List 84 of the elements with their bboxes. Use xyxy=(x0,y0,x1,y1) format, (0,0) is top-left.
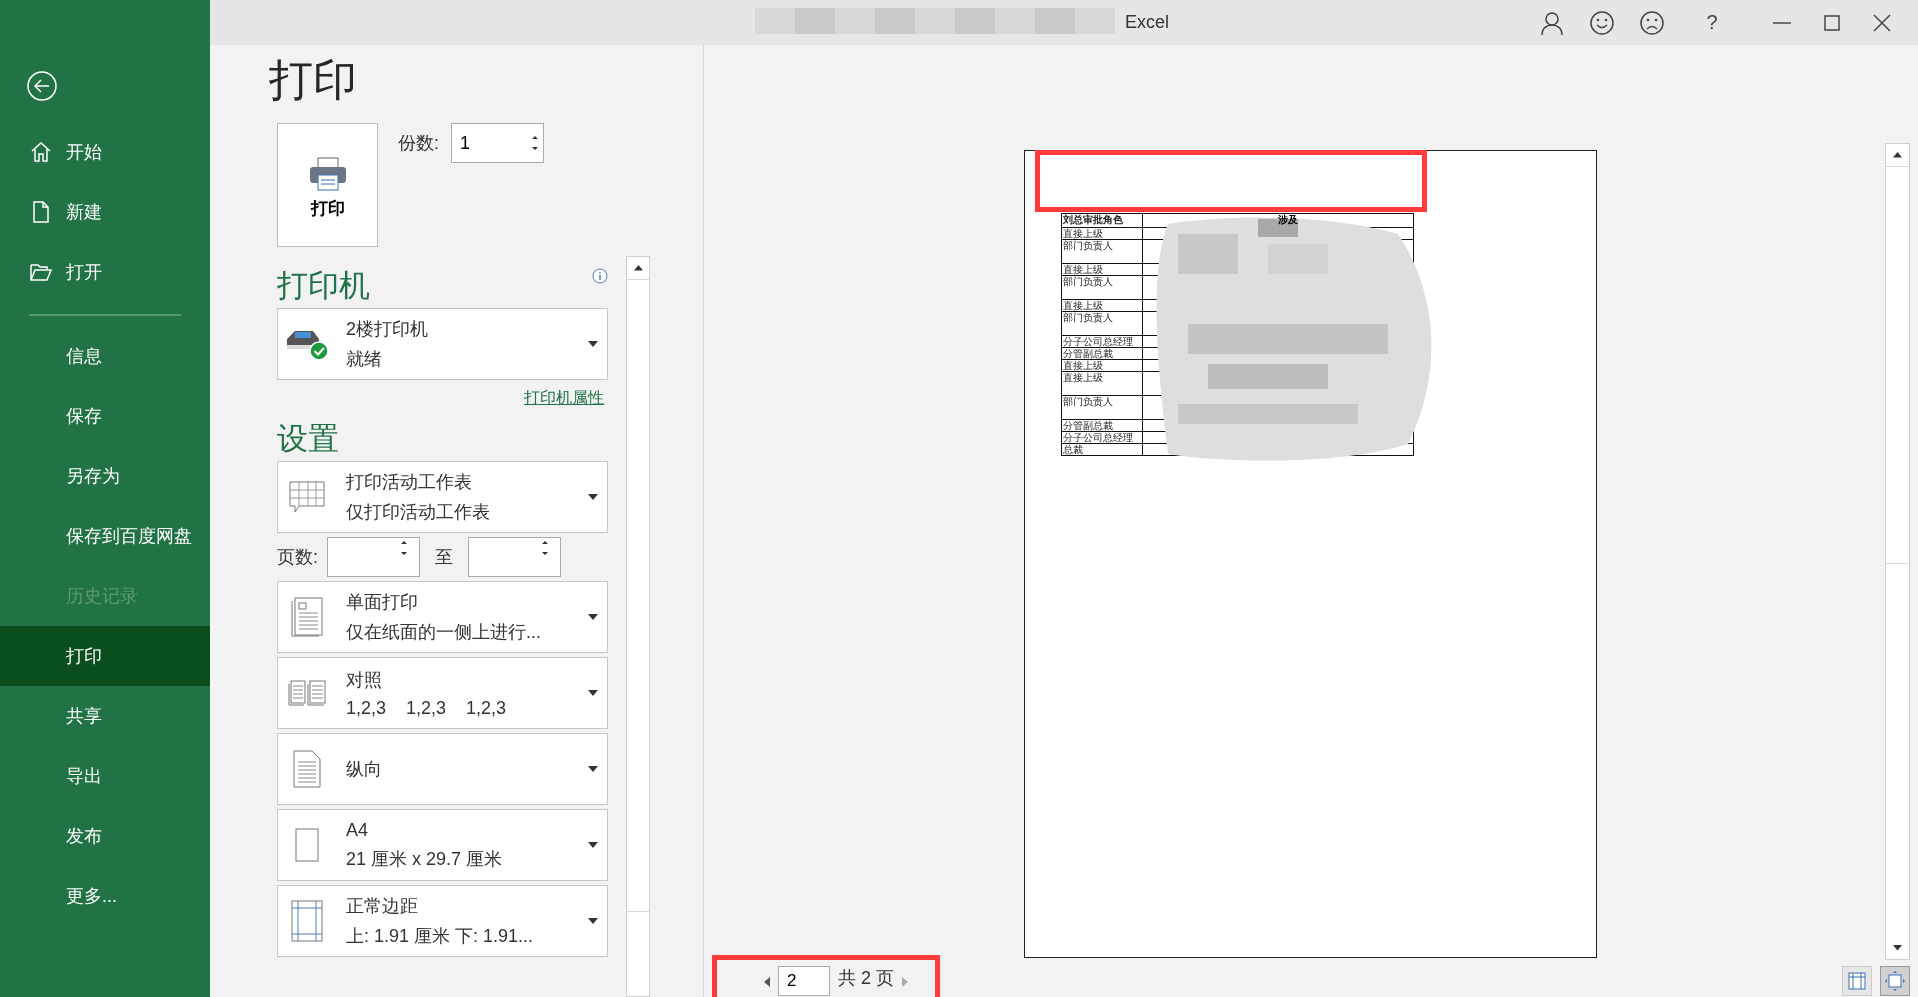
spin-arrows-icon xyxy=(540,538,550,558)
sidebar-item[interactable]: 打开 xyxy=(0,242,210,302)
zoom-to-page-button[interactable] xyxy=(1880,966,1910,996)
smile-icon xyxy=(1589,9,1615,36)
table-cell: 直接上级 xyxy=(1062,264,1143,275)
section-heading: 打印机 xyxy=(277,268,370,304)
fit-page-icon xyxy=(1885,971,1905,991)
worksheet-icon xyxy=(289,481,325,513)
person-icon xyxy=(1539,9,1565,36)
printer-icon xyxy=(308,157,347,191)
paper-icon xyxy=(295,828,319,862)
sidebar-item[interactable]: 另存为 xyxy=(0,446,210,506)
print-button[interactable]: 打印 xyxy=(277,123,378,247)
printer-properties-link[interactable]: 打印机属性 xyxy=(524,388,604,409)
table-cell: 分子公司总经理 xyxy=(1062,336,1143,347)
settings-dropdown[interactable]: 单面打印 仅在纸面的一侧上进行... xyxy=(277,581,608,653)
caret-icon xyxy=(588,614,598,620)
settings-dropdown[interactable]: 纵向 xyxy=(277,733,608,805)
sidebar-item[interactable]: 导出 xyxy=(0,746,210,806)
to-label: 至 xyxy=(435,546,453,569)
caret-icon xyxy=(1893,945,1902,951)
info-icon xyxy=(592,268,608,284)
table-cell: 直接上级 xyxy=(1062,228,1143,239)
caret-icon xyxy=(588,690,598,696)
margins-icon xyxy=(291,900,323,942)
maximize-icon xyxy=(1824,14,1840,31)
table-cell: 分管副总裁 xyxy=(1062,420,1143,431)
sidebar-item[interactable]: 发布 xyxy=(0,806,210,866)
table-cell: 直接上级 xyxy=(1062,360,1143,371)
caret-icon xyxy=(588,341,598,347)
page-count: 共 2 页 xyxy=(838,967,894,990)
table-cell: 分管副总裁 xyxy=(1062,348,1143,359)
copies-label: 份数: xyxy=(398,132,439,155)
page-icon xyxy=(291,597,323,637)
show-margins-button[interactable] xyxy=(1842,966,1872,996)
sidebar-item[interactable]: 信息 xyxy=(0,326,210,386)
sidebar-item[interactable]: 共享 xyxy=(0,686,210,746)
portrait-page-icon xyxy=(293,750,321,788)
copies-field[interactable]: 1 xyxy=(451,123,544,163)
sidebar-item[interactable]: 保存到百度网盘 xyxy=(0,506,210,566)
settings-dropdown[interactable]: 打印活动工作表 仅打印活动工作表 xyxy=(277,461,608,533)
table-cell: 部门负责人 xyxy=(1062,312,1143,335)
page-number-field[interactable]: 2 xyxy=(778,966,830,996)
table-cell: 直接上级 xyxy=(1062,300,1143,311)
spin-arrows-icon xyxy=(530,133,540,153)
table-cell: 总裁 xyxy=(1062,444,1143,455)
sidebar-item[interactable]: 打印 xyxy=(0,626,210,686)
up-arrow-icon xyxy=(1893,152,1902,158)
section-heading: 设置 xyxy=(277,421,340,457)
table-header-cell: 刘总审批角色 xyxy=(1062,214,1143,227)
margins-icon xyxy=(1848,972,1866,990)
caret-icon xyxy=(588,842,598,848)
previous-page-icon xyxy=(764,977,770,987)
collated-pages-icon xyxy=(288,680,326,706)
table-cell: 部门负责人 xyxy=(1062,396,1143,419)
settings-dropdown[interactable]: A4 21 厘米 x 29.7 厘米 xyxy=(277,809,608,881)
page-to-field[interactable] xyxy=(468,537,561,577)
frown-icon xyxy=(1639,9,1665,36)
sidebar-item[interactable]: 更多... xyxy=(0,866,210,926)
help-button[interactable]: ? xyxy=(1692,2,1732,43)
sidebar-item[interactable]: 保存 xyxy=(0,386,210,446)
caret-icon xyxy=(588,494,598,500)
home-icon xyxy=(29,140,53,164)
caret-icon xyxy=(588,766,598,772)
sidebar-item[interactable]: 新建 xyxy=(0,182,210,242)
settings-dropdown[interactable]: 对照 1,2,3 1,2,3 1,2,3 xyxy=(277,657,608,729)
minimize-icon xyxy=(1773,21,1791,24)
window-title: Excel xyxy=(1125,12,1169,33)
page-heading: 打印 xyxy=(269,55,358,105)
sidebar-item[interactable]: 开始 xyxy=(0,122,210,182)
printer-dropdown[interactable]: 2楼打印机 就绪 xyxy=(277,308,608,380)
settings-dropdown[interactable]: 正常边距 上: 1.91 厘米 下: 1.91... xyxy=(277,885,608,957)
table-cell: 分子公司总经理 xyxy=(1062,432,1143,443)
table-header-cell-text: 涉及 xyxy=(1277,214,1299,227)
close-icon xyxy=(1873,13,1891,32)
next-page-icon xyxy=(902,977,908,987)
up-arrow-icon xyxy=(633,265,643,271)
spin-arrows-icon xyxy=(399,538,409,558)
page-from-field[interactable] xyxy=(327,537,420,577)
caret-icon xyxy=(588,918,598,924)
pages-label: 页数: xyxy=(277,546,318,569)
table-cell: 部门负责人 xyxy=(1062,240,1143,263)
table-cell: 直接上级 xyxy=(1062,372,1143,395)
table-cell: 部门负责人 xyxy=(1062,276,1143,299)
